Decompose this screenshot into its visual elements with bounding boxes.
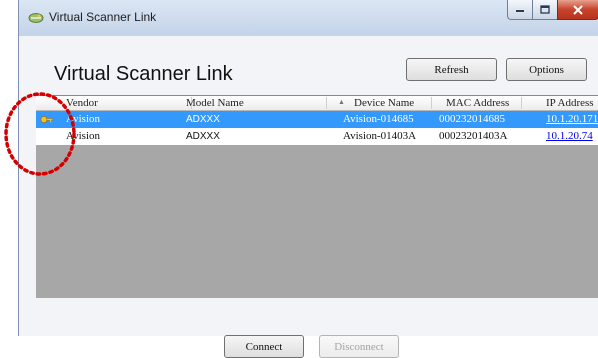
- minimize-button[interactable]: [507, 0, 533, 20]
- disconnect-button: Disconnect: [319, 335, 399, 358]
- scanner-link-icon: [28, 13, 44, 23]
- column-header-vendor[interactable]: Vendor: [66, 96, 98, 110]
- key-icon: [40, 115, 53, 124]
- column-header-ip-address[interactable]: IP Address: [546, 96, 594, 110]
- model-cell: ADXXX: [186, 131, 220, 142]
- title-bar[interactable]: Virtual Scanner Link: [19, 0, 598, 37]
- vendor-cell: Avision: [66, 113, 101, 125]
- table-header: Vendor Model Name ▲ Device Name MAC Addr…: [36, 96, 598, 111]
- column-divider[interactable]: [326, 97, 327, 109]
- maximize-button[interactable]: [532, 0, 558, 20]
- maximize-icon: [540, 5, 550, 14]
- device-name-cell: Avision-014685: [343, 113, 414, 125]
- column-header-mac-address[interactable]: MAC Address: [446, 96, 509, 110]
- connect-button[interactable]: Connect: [224, 335, 304, 358]
- device-name-cell: Avision-01403A: [343, 130, 417, 142]
- device-table: Vendor Model Name ▲ Device Name MAC Addr…: [36, 95, 598, 298]
- window-title: Virtual Scanner Link: [49, 10, 157, 24]
- minimize-icon: [516, 9, 524, 12]
- close-icon: [573, 4, 583, 15]
- ip-address-link[interactable]: 10.1.20.74: [546, 128, 593, 145]
- mac-address-cell: 000232014685: [439, 113, 505, 125]
- close-button[interactable]: [557, 0, 598, 20]
- table-row[interactable]: Avision ADXXX Avision-014685 00023201468…: [36, 111, 598, 128]
- sort-ascending-icon: ▲: [338, 99, 345, 106]
- vendor-cell: Avision: [66, 130, 101, 142]
- column-header-model-name[interactable]: Model Name: [186, 96, 244, 110]
- options-button[interactable]: Options: [506, 58, 587, 81]
- page-title: Virtual Scanner Link: [54, 63, 233, 85]
- table-row[interactable]: Avision ADXXX Avision-01403A 00023201403…: [36, 128, 598, 145]
- column-divider[interactable]: [521, 97, 522, 109]
- mac-address-cell: 00023201403A: [439, 130, 508, 142]
- main-panel: Virtual Scanner Link Refresh Options Ven…: [19, 36, 598, 358]
- column-header-device-name[interactable]: Device Name: [354, 96, 414, 110]
- app-window: Virtual Scanner Link Virtual Scanner Lin…: [18, 0, 598, 358]
- column-divider[interactable]: [431, 97, 432, 109]
- refresh-button[interactable]: Refresh: [406, 58, 497, 81]
- ip-address-link[interactable]: 10.1.20.171: [546, 111, 598, 128]
- model-cell: ADXXX: [186, 114, 220, 125]
